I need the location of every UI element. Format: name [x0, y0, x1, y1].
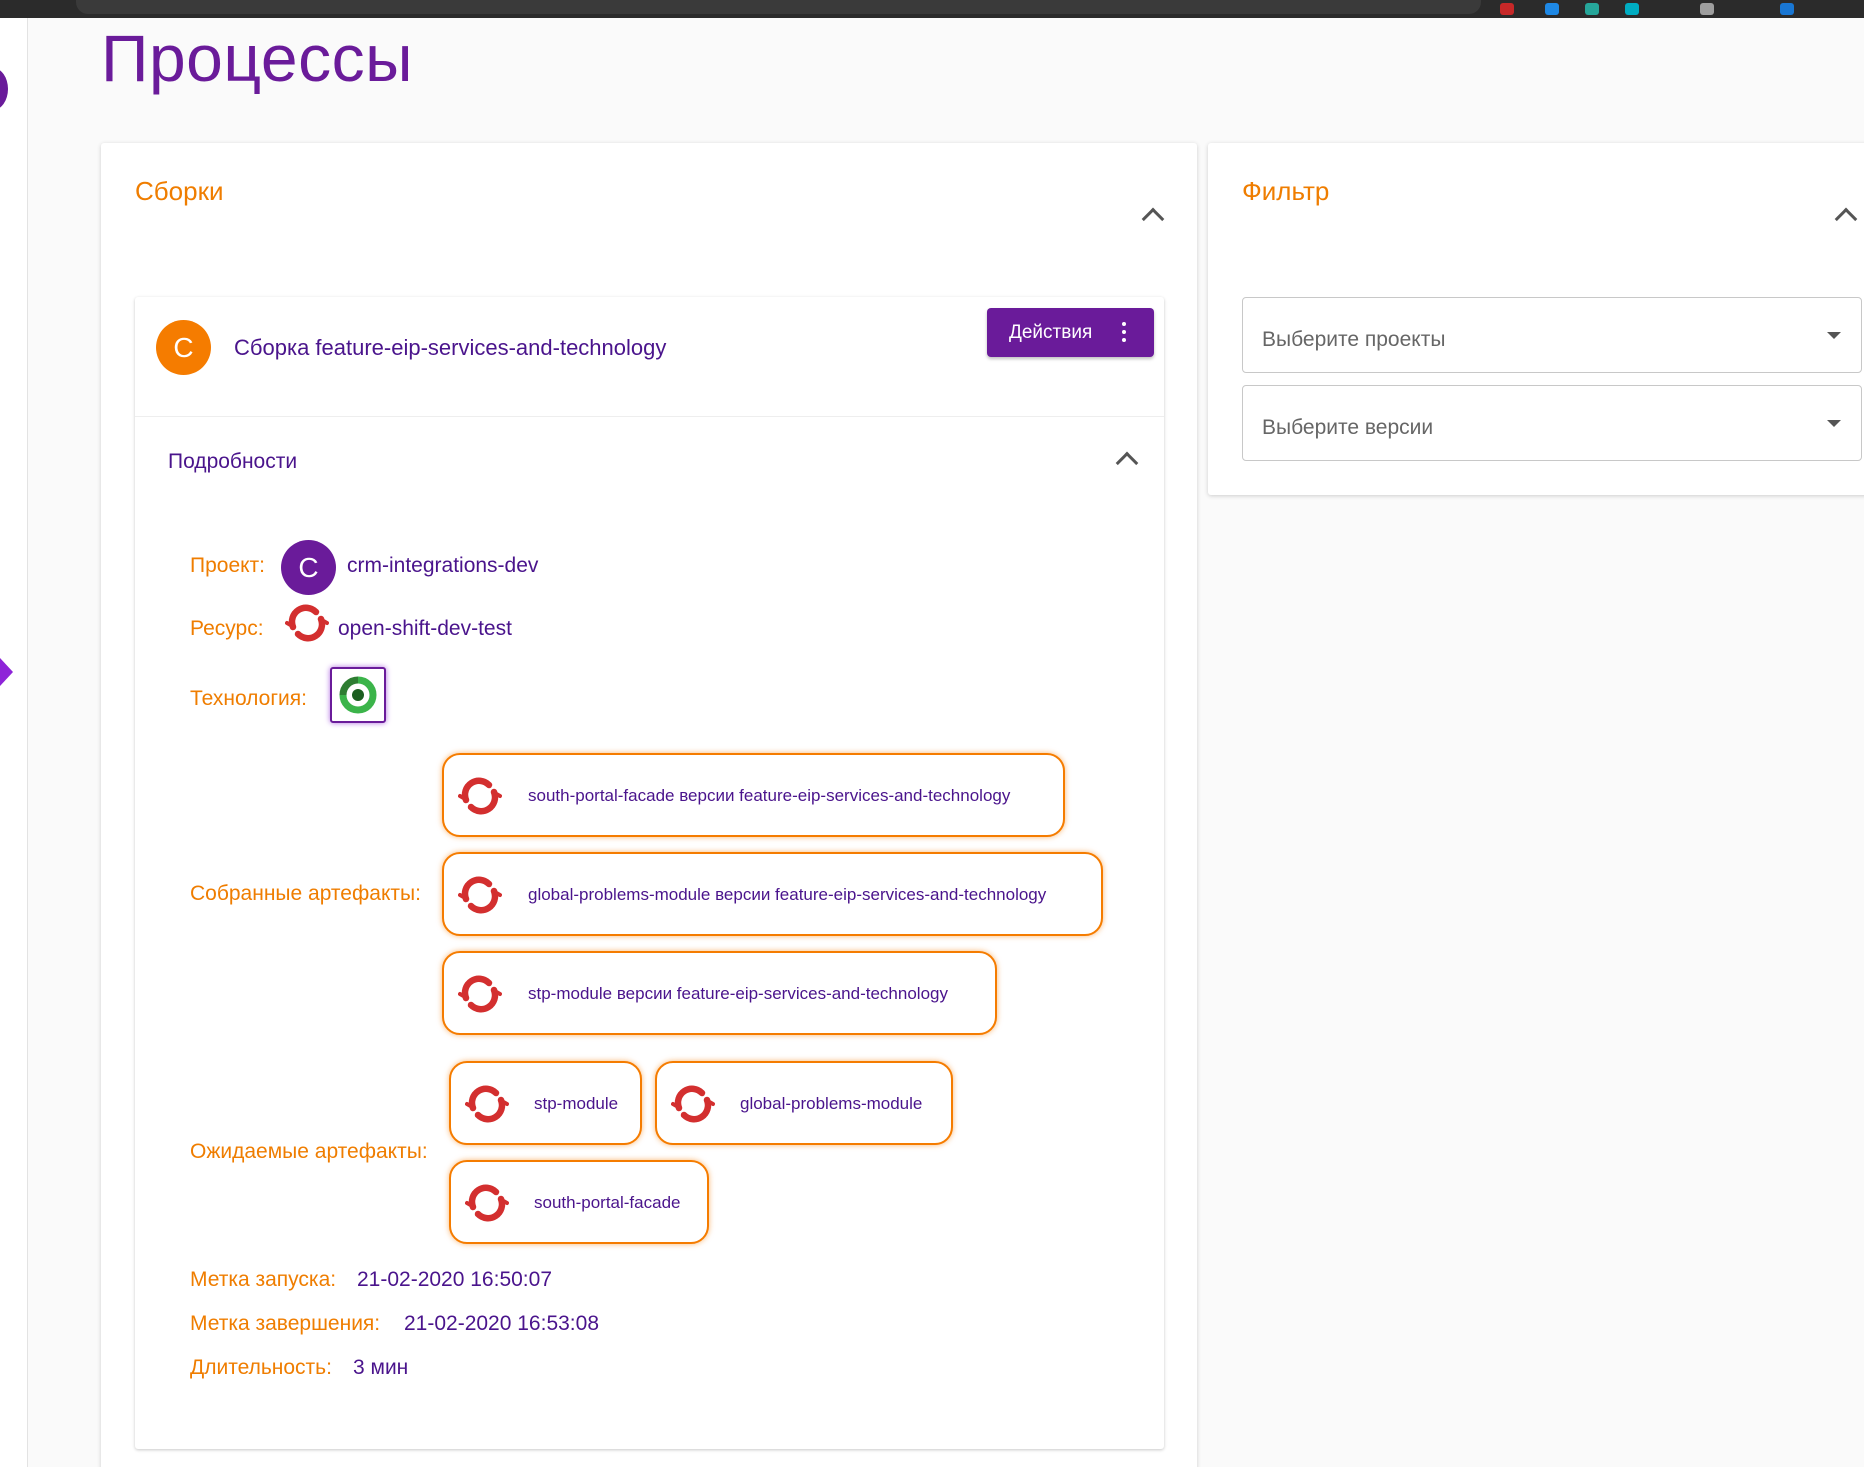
openshift-icon [465, 1181, 509, 1225]
projects-select[interactable]: Выберите проекты [1242, 297, 1862, 373]
start-value: 21-02-2020 16:50:07 [357, 1268, 552, 1291]
expected-artifact-chip[interactable]: global-problems-module [655, 1061, 953, 1145]
artifact-label: global-problems-module версии feature-ei… [528, 885, 1047, 904]
chevron-up-icon[interactable] [1115, 451, 1139, 475]
extension-icon[interactable] [1700, 3, 1714, 15]
circleci-icon [339, 676, 377, 714]
artifact-label: stp-module [534, 1094, 619, 1113]
expand-arrow-icon[interactable] [0, 658, 13, 686]
artifact-label: south-portal-facade [534, 1193, 681, 1212]
versions-select[interactable]: Выберите версии [1242, 385, 1862, 461]
project-label: Проект: [190, 554, 266, 577]
expected-artifact-chip[interactable]: south-portal-facade [449, 1160, 709, 1244]
technology-label: Технология: [190, 687, 307, 710]
details-title: Подробности [168, 450, 298, 473]
actions-button[interactable]: Действия [987, 308, 1154, 357]
caret-down-icon [1827, 420, 1841, 427]
technology-badge[interactable] [330, 667, 386, 723]
build-name: Сборка feature-eip-services-and-technolo… [234, 335, 667, 360]
page-title: Процессы [101, 21, 414, 95]
built-artifacts-label: Собранные артефакты: [190, 882, 421, 905]
build-panel: C Сборка feature-eip-services-and-techno… [135, 297, 1164, 1449]
side-navigation-rail [0, 18, 28, 1467]
openshift-icon [465, 1082, 509, 1126]
openshift-icon [458, 873, 502, 917]
project-avatar: C [281, 540, 336, 595]
duration-value: 3 мин [353, 1356, 409, 1379]
expected-artifact-chip[interactable]: stp-module [449, 1061, 642, 1145]
artifact-label: global-problems-module [740, 1094, 923, 1113]
built-artifact-chip[interactable]: stp-module версии feature-eip-services-a… [442, 951, 997, 1035]
resource-value[interactable]: open-shift-dev-test [338, 617, 512, 641]
built-artifact-chip[interactable]: south-portal-facade версии feature-eip-s… [442, 753, 1065, 837]
extension-icon[interactable] [1545, 3, 1559, 15]
start-label: Метка запуска: [190, 1268, 337, 1291]
build-avatar: C [156, 320, 211, 375]
built-artifact-chip[interactable]: global-problems-module версии feature-ei… [442, 852, 1103, 936]
actions-button-label: Действия [1009, 321, 1093, 343]
project-value[interactable]: crm-integrations-dev [347, 554, 538, 578]
kebab-menu-icon [1122, 322, 1126, 342]
chevron-up-icon[interactable] [1141, 207, 1165, 231]
builds-card: Сборки C Сборка feature-eip-services-and… [101, 143, 1197, 1467]
address-bar[interactable] [76, 0, 1481, 14]
end-value: 21-02-2020 16:53:08 [404, 1312, 599, 1335]
artifact-label: south-portal-facade версии feature-eip-s… [528, 786, 1011, 805]
openshift-icon [458, 972, 502, 1016]
openshift-icon [458, 774, 502, 818]
extension-icon[interactable] [1585, 3, 1599, 15]
expected-artifacts-label: Ожидаемые артефакты: [190, 1140, 428, 1163]
extension-icon[interactable] [1780, 3, 1794, 15]
openshift-icon [671, 1082, 715, 1126]
artifact-label: stp-module версии feature-eip-services-a… [528, 984, 948, 1003]
resource-label: Ресурс: [190, 617, 264, 640]
user-avatar[interactable] [0, 68, 8, 110]
end-label: Метка завершения: [190, 1312, 381, 1335]
projects-select-placeholder: Выберите проекты [1262, 328, 1446, 351]
extension-icon[interactable] [1500, 3, 1514, 15]
caret-down-icon [1827, 332, 1841, 339]
chevron-up-icon[interactable] [1834, 207, 1858, 231]
build-header[interactable]: C Сборка feature-eip-services-and-techno… [135, 297, 1164, 417]
extension-icon[interactable] [1625, 3, 1639, 15]
filter-card-title: Фильтр [1242, 176, 1330, 206]
builds-card-title: Сборки [135, 176, 224, 206]
versions-select-placeholder: Выберите версии [1262, 416, 1434, 439]
filter-card: Фильтр Выберите проекты Выберите версии [1208, 143, 1864, 495]
duration-label: Длительность: [190, 1356, 332, 1379]
openshift-icon [285, 601, 329, 645]
browser-toolbar [0, 0, 1864, 18]
